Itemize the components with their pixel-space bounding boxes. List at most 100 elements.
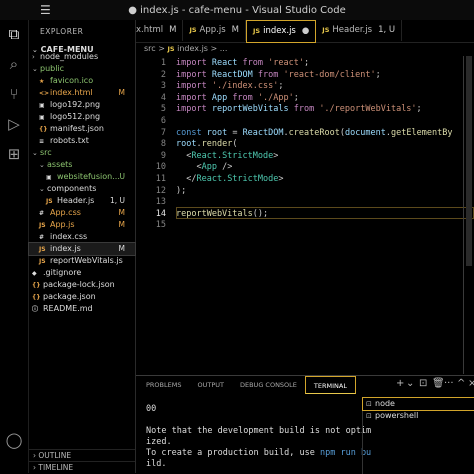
- code-line[interactable]: <React.StrictMode>: [176, 151, 278, 163]
- tab-app-js[interactable]: JS App.js M: [183, 20, 246, 41]
- extensions-icon[interactable]: ⊞: [4, 144, 24, 164]
- panel-tab-debug-console[interactable]: DEBUG CONSOLE: [232, 376, 305, 394]
- file-item[interactable]: JS App.js M: [29, 219, 135, 231]
- file-item[interactable]: {} package.json: [29, 291, 135, 303]
- chevron-down-icon: ⌄: [32, 149, 38, 157]
- panel-tab-terminal[interactable]: TERMINAL: [304, 376, 356, 394]
- tree-item-label: README.md: [43, 304, 93, 313]
- code-line[interactable]: import App from './App';: [176, 93, 299, 105]
- line-number: 9: [160, 150, 166, 161]
- search-icon[interactable]: ⌕: [4, 54, 24, 74]
- code-editor[interactable]: 1 2 3 4 5 6 7 8 9 10 11 12 13 14 15 import React from …: [136, 56, 474, 374]
- terminal-line: To create a production build, use npm ru…: [146, 448, 372, 458]
- file-item[interactable]: ≡ robots.txt: [29, 135, 135, 147]
- tree-item-label: src: [40, 148, 52, 157]
- source-control-icon[interactable]: ⑂: [4, 84, 24, 104]
- panel-tab-output[interactable]: OUTPUT: [189, 376, 232, 394]
- editor-tabs: x.html M JS App.js M JS index.js ● JS Header.js 1,…: [136, 20, 474, 43]
- file-item[interactable]: {} manifest.json: [29, 123, 135, 135]
- line-number: 13: [155, 197, 166, 208]
- new-terminal-icon[interactable]: +: [396, 378, 404, 389]
- line-number: 5: [160, 104, 166, 115]
- terminal-output[interactable]: 00 Note that the development build is not…: [146, 404, 372, 470]
- accounts-icon[interactable]: ◯: [4, 430, 24, 450]
- close-panel-icon[interactable]: ×: [468, 378, 474, 389]
- tree-item-label: package.json: [43, 292, 96, 301]
- code-line[interactable]: const root = ReactDOM.createRoot(documen…: [176, 128, 452, 140]
- tab-index-js[interactable]: JS index.js ●: [246, 20, 317, 43]
- tree-item-label: logo512.png: [50, 112, 101, 121]
- file-item[interactable]: JS index.js M: [28, 242, 136, 256]
- sidebar-section-timeline[interactable]: › TIMELINE: [29, 461, 135, 473]
- sidebar-section-outline[interactable]: › OUTLINE: [29, 449, 135, 461]
- line-number: 11: [155, 174, 166, 184]
- explorer-header: EXPLORER: [40, 27, 84, 36]
- folder-item[interactable]: › node_modules: [29, 51, 135, 63]
- js-file-icon: JS: [167, 45, 175, 53]
- split-terminal-icon[interactable]: ⊡: [419, 378, 427, 389]
- folder-item[interactable]: ⌄ components: [29, 183, 135, 195]
- activity-bar: ⧉ ⌕ ⑂ ▷ ⊞ ◯: [0, 20, 29, 473]
- file-type-icon: ≡: [39, 138, 45, 145]
- breadcrumb-file[interactable]: index.js: [177, 44, 208, 53]
- git-status-badge: 1, U: [109, 196, 125, 205]
- kill-terminal-icon[interactable]: 🗑: [432, 378, 445, 389]
- file-item[interactable]: ▣ websitefusion... U: [29, 171, 135, 183]
- code-line[interactable]: import React from 'react';: [176, 58, 309, 70]
- js-file-icon: JS: [189, 26, 197, 34]
- file-item[interactable]: <>index.html M: [29, 87, 135, 99]
- code-line[interactable]: import './index.css';: [176, 81, 283, 93]
- breadcrumb-more[interactable]: > ...: [211, 44, 228, 53]
- file-item[interactable]: # App.css M: [29, 207, 135, 219]
- folder-item[interactable]: ⌄ public: [29, 63, 135, 75]
- breadcrumb-folder[interactable]: src: [144, 44, 156, 53]
- file-item[interactable]: ⓘ README.md: [29, 303, 135, 315]
- terminal-dropdown-icon[interactable]: ⌄: [406, 378, 414, 389]
- code-line[interactable]: reportWebVitals();: [176, 209, 268, 221]
- line-number: 12: [155, 185, 166, 196]
- line-number: 2: [160, 69, 166, 80]
- terminal-line: ild.: [146, 459, 167, 469]
- tree-item-label: package-lock.json: [43, 280, 115, 289]
- terminal-instance-powershell[interactable]: ⊡ powershell: [363, 410, 474, 422]
- folder-item[interactable]: ⌄ src: [29, 147, 135, 159]
- terminal-instance-node[interactable]: ⊡ node: [362, 397, 474, 411]
- code-line[interactable]: </React.StrictMode>: [176, 174, 283, 186]
- terminal-line: ized.: [146, 437, 172, 447]
- run-debug-icon[interactable]: ▷: [4, 114, 24, 134]
- file-type-icon: <>: [39, 90, 50, 97]
- breadcrumb-separator: >: [158, 44, 165, 53]
- file-item[interactable]: ▣ logo192.png: [29, 99, 135, 111]
- tree-item-label: index.css: [50, 232, 88, 241]
- maximize-panel-icon[interactable]: ^: [457, 378, 465, 389]
- tab-header-js[interactable]: JS Header.js 1, U: [316, 20, 403, 41]
- file-item[interactable]: JS Header.js 1, U: [29, 195, 135, 207]
- tree-item-label: index.html: [50, 88, 93, 97]
- folder-item[interactable]: ⌄ assets: [29, 159, 135, 171]
- more-actions-icon[interactable]: ···: [444, 378, 454, 389]
- file-item[interactable]: # index.css: [29, 231, 135, 243]
- code-line[interactable]: );: [176, 186, 186, 198]
- file-item[interactable]: ★ favicon.ico: [29, 75, 135, 87]
- file-item[interactable]: {} package-lock.json: [29, 279, 135, 291]
- file-item[interactable]: JS reportWebVitals.js: [29, 255, 135, 267]
- unsaved-dot-icon[interactable]: ●: [302, 26, 309, 36]
- code-line[interactable]: import ReactDOM from 'react-dom/client';: [176, 70, 381, 82]
- terminal-line: 00: [146, 404, 157, 414]
- code-line[interactable]: import reportWebVitals from './reportWeb…: [176, 104, 422, 116]
- panel-tab-problems[interactable]: PROBLEMS: [136, 376, 189, 394]
- code-line[interactable]: <App />: [176, 162, 232, 174]
- section-label: OUTLINE: [38, 451, 72, 460]
- explorer-sidebar: EXPLORER ⌄ CAFE-MENU › node_modules ⌄ publi…: [28, 20, 136, 473]
- explorer-icon[interactable]: ⧉: [4, 24, 24, 44]
- line-number: 10: [155, 162, 166, 173]
- file-item[interactable]: ▣ logo512.png: [29, 111, 135, 123]
- tab-x-html[interactable]: x.html M: [136, 20, 184, 41]
- tree-item-label: websitefusion...: [57, 172, 120, 181]
- file-item[interactable]: ◆ .gitignore: [29, 267, 135, 279]
- editor-scrollbar[interactable]: [466, 56, 472, 266]
- code-line[interactable]: root.render(: [176, 139, 237, 151]
- file-type-icon: JS: [39, 222, 46, 229]
- section-label: TIMELINE: [38, 463, 74, 472]
- git-status-badge: M: [118, 244, 125, 253]
